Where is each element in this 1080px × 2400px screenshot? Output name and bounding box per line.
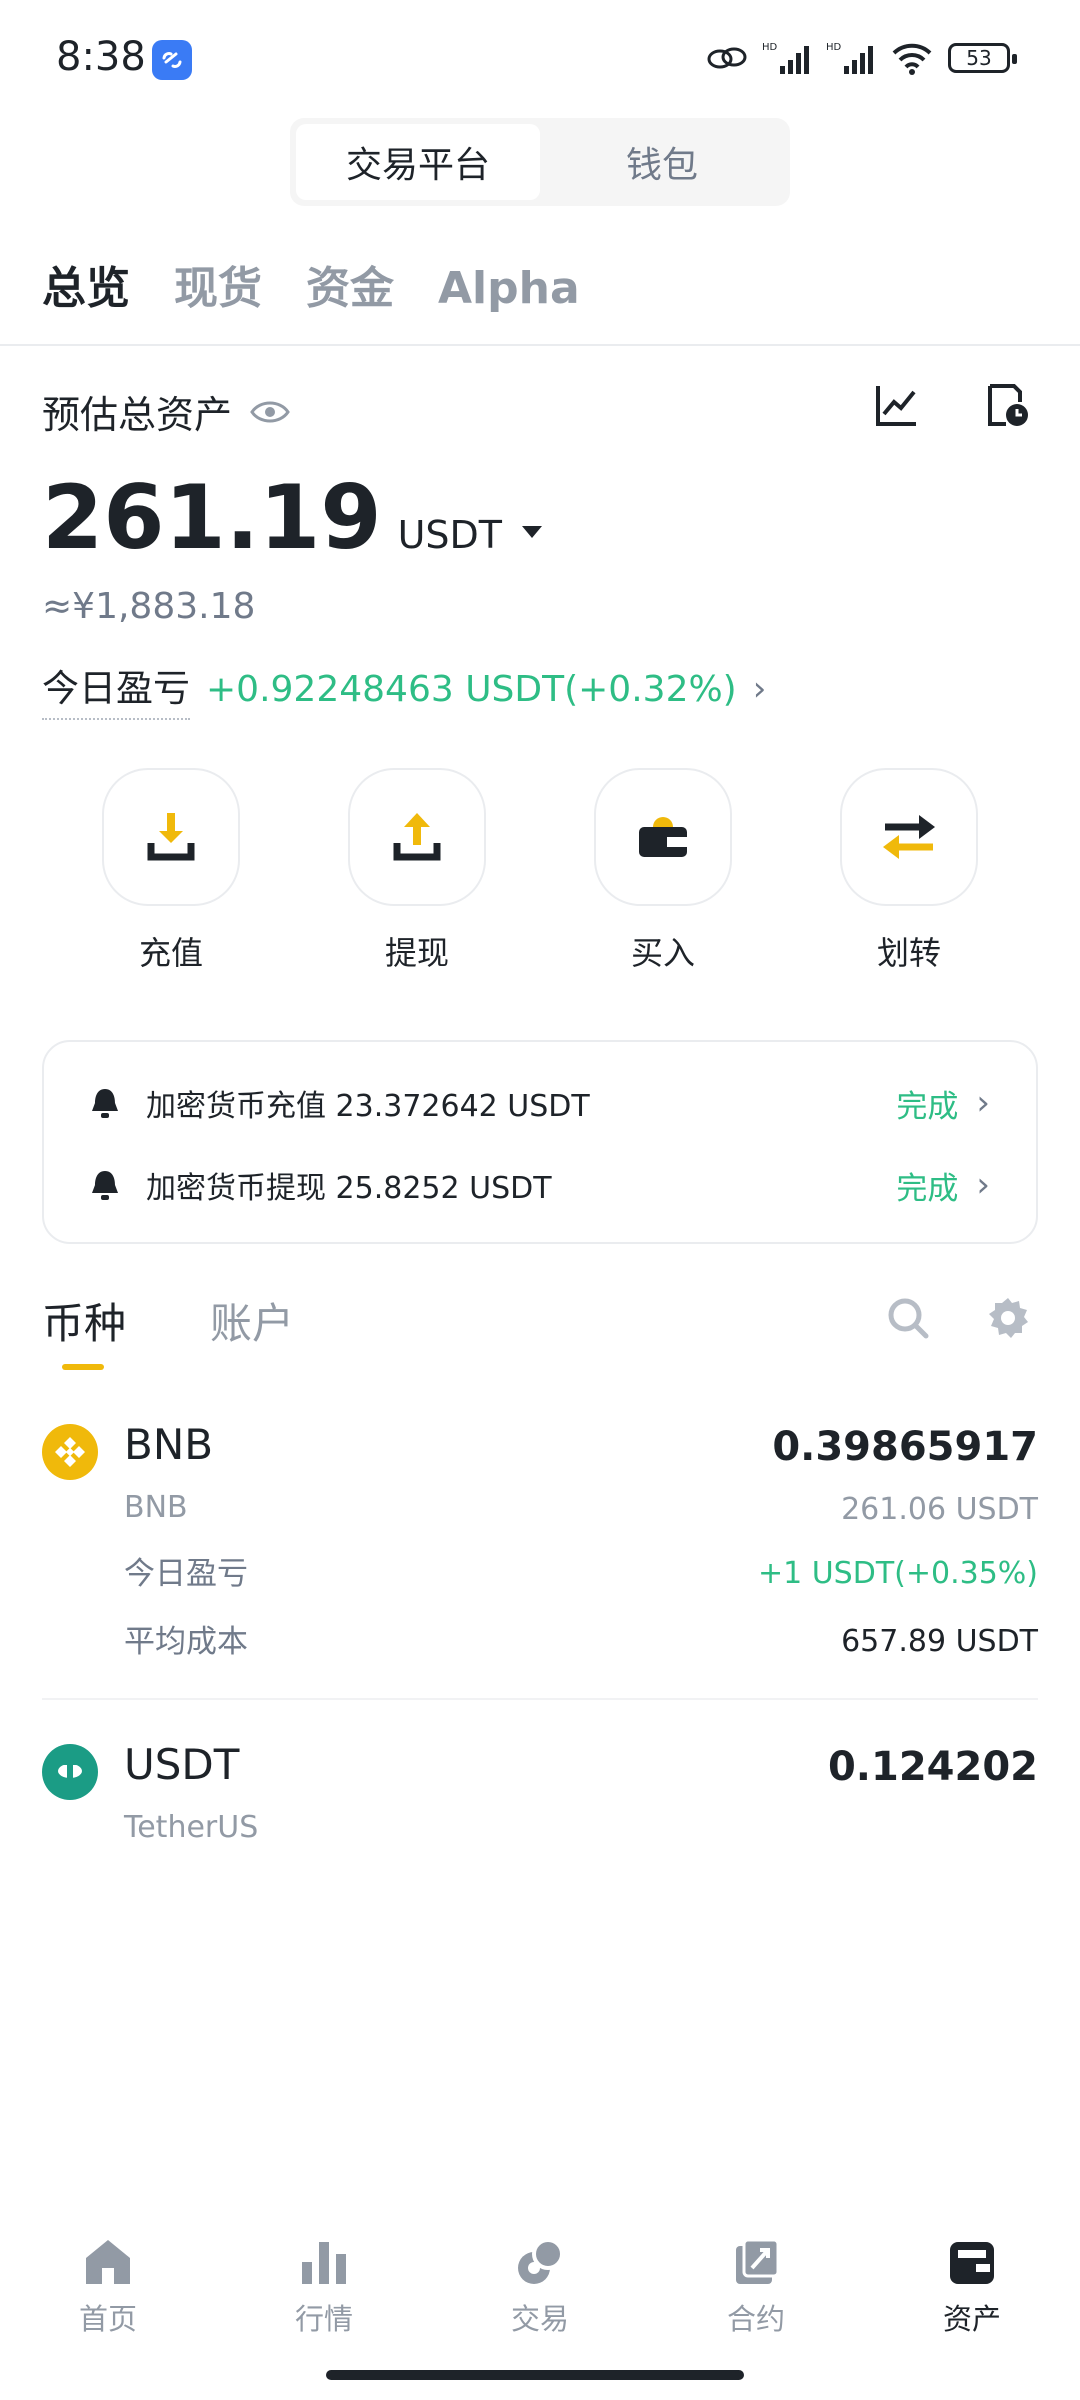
search-icon[interactable] xyxy=(886,1296,930,1340)
home-icon xyxy=(86,2240,130,2284)
buy-icon xyxy=(639,817,687,857)
bnb-logo-icon xyxy=(42,1424,98,1480)
usdt-logo-icon xyxy=(42,1744,98,1800)
asset-divider xyxy=(42,1698,1038,1700)
balance-value: 261.19 xyxy=(42,466,382,569)
asset-row-bnb[interactable]: BNB BNB 0.39865917 261.06 USDT 今日盈亏 +1 U… xyxy=(42,1420,1038,1670)
nav-label: 首页 xyxy=(78,2302,137,2336)
withdraw-icon xyxy=(393,813,441,861)
tab-spot[interactable]: 现货 xyxy=(174,252,262,316)
chevron-right-icon: › xyxy=(976,1165,990,1205)
chevron-right-icon: › xyxy=(752,669,767,709)
recent-activity-card: 加密货币充值 23.372642 USDT 完成 › 加密货币提现 25.825… xyxy=(42,1040,1038,1244)
status-indicators: HD HD 53 xyxy=(706,36,1017,80)
overview-actions xyxy=(874,382,1030,428)
svg-text:HD: HD xyxy=(762,42,778,53)
withdraw-label: 提现 xyxy=(384,934,449,972)
link-icon xyxy=(707,47,747,69)
fiat-equivalent: ≈¥1,883.18 xyxy=(42,586,256,627)
deposit-icon xyxy=(147,813,195,861)
quick-actions: 充值 提现 买入 划转 xyxy=(0,768,1080,974)
segment-wallet[interactable]: 钱包 xyxy=(540,124,784,200)
eye-icon[interactable] xyxy=(250,399,290,425)
futures-icon xyxy=(736,2238,780,2284)
nav-label: 行情 xyxy=(294,2302,353,2336)
asset-name: TetherUS xyxy=(124,1810,259,1845)
asset-amount: 0.39865917 xyxy=(772,1424,1038,1470)
asset-cost-value: 657.89 USDT xyxy=(841,1624,1038,1659)
withdraw-button[interactable]: 提现 xyxy=(342,768,492,974)
svg-text:HD: HD xyxy=(826,42,842,53)
asset-amount: 0.124202 xyxy=(827,1744,1038,1790)
nav-assets[interactable]: 资产 xyxy=(897,2236,1047,2356)
platform-switch: 交易平台 钱包 xyxy=(290,118,790,206)
assets-icon xyxy=(950,2242,994,2284)
nav-trade[interactable]: 交易 xyxy=(465,2236,615,2356)
nav-label: 合约 xyxy=(726,2302,785,2336)
notice-withdraw[interactable]: 加密货币提现 25.8252 USDT 完成 › xyxy=(90,1144,990,1226)
buy-button[interactable]: 买入 xyxy=(588,768,738,974)
balance-unit[interactable]: USDT xyxy=(398,513,502,557)
nav-markets[interactable]: 行情 xyxy=(249,2236,399,2356)
tab-coins[interactable]: 币种 xyxy=(42,1290,126,1370)
tab-accounts[interactable]: 账户 xyxy=(210,1290,294,1351)
bell-icon xyxy=(92,1089,118,1118)
transfer-icon xyxy=(883,815,935,859)
status-bar: 8:38 HD HD 53 xyxy=(0,0,1080,110)
asset-pnl-label: 今日盈亏 xyxy=(124,1556,248,1592)
tab-funding[interactable]: 资金 xyxy=(306,252,394,316)
notice-status: 完成 xyxy=(896,1170,959,1207)
notice-text: 加密货币提现 25.8252 USDT xyxy=(146,1171,552,1206)
buy-label: 买入 xyxy=(630,934,695,972)
signal-icon-2: HD xyxy=(826,42,873,74)
history-icon[interactable] xyxy=(984,382,1030,428)
tab-overview[interactable]: 总览 xyxy=(42,252,130,316)
nav-home[interactable]: 首页 xyxy=(33,2236,183,2356)
trade-icon xyxy=(518,2238,564,2284)
nav-label: 资产 xyxy=(942,2302,1001,2336)
status-time: 8:38 xyxy=(56,34,146,80)
asset-symbol: BNB xyxy=(124,1420,214,1469)
battery-indicator: 53 xyxy=(948,43,1017,73)
chart-icon[interactable] xyxy=(874,382,920,428)
today-pnl-row[interactable]: 今日盈亏 +0.92248463 USDT(+0.32%) › xyxy=(42,658,766,720)
holdings-tabs: 币种 账户 xyxy=(42,1290,294,1370)
asset-symbol: USDT xyxy=(124,1740,240,1789)
gear-icon[interactable] xyxy=(986,1296,1030,1340)
bottom-navigation: 首页 行情 交易 合约 资产 xyxy=(0,2236,1080,2356)
estimated-assets-label: 预估总资产 xyxy=(42,393,233,437)
signal-icon: HD xyxy=(762,42,809,74)
holdings-tools xyxy=(886,1296,1030,1340)
today-pnl-value: +0.92248463 USDT(+0.32%) xyxy=(206,668,737,710)
estimated-assets-header: 预估总资产 xyxy=(42,384,290,439)
link-app-icon xyxy=(152,40,192,80)
asset-cost-label: 平均成本 xyxy=(124,1624,248,1660)
transfer-button[interactable]: 划转 xyxy=(834,768,984,974)
segment-exchange[interactable]: 交易平台 xyxy=(296,124,540,200)
nav-futures[interactable]: 合约 xyxy=(681,2236,831,2356)
chevron-down-icon[interactable] xyxy=(522,526,543,538)
tab-alpha[interactable]: Alpha xyxy=(438,263,580,314)
transfer-label: 划转 xyxy=(876,934,941,972)
asset-name: BNB xyxy=(124,1490,188,1525)
notice-deposit[interactable]: 加密货币充值 23.372642 USDT 完成 › xyxy=(90,1062,990,1144)
today-pnl-label: 今日盈亏 xyxy=(42,658,190,720)
account-tabs: 总览 现货 资金 Alpha xyxy=(42,252,580,316)
home-indicator[interactable] xyxy=(326,2370,744,2380)
total-balance: 261.19 USDT xyxy=(42,466,543,569)
notice-status: 完成 xyxy=(896,1088,959,1125)
wifi-icon xyxy=(892,43,932,75)
bell-icon xyxy=(92,1171,118,1200)
chevron-right-icon: › xyxy=(976,1083,990,1123)
asset-pnl-value: +1 USDT(+0.35%) xyxy=(757,1556,1038,1591)
asset-row-usdt[interactable]: USDT TetherUS 0.124202 xyxy=(42,1740,1038,1850)
notice-text: 加密货币充值 23.372642 USDT xyxy=(146,1089,590,1124)
nav-label: 交易 xyxy=(510,2302,569,2336)
markets-icon xyxy=(302,2242,346,2284)
tabs-divider xyxy=(0,344,1080,346)
asset-value: 261.06 USDT xyxy=(841,1492,1038,1527)
deposit-button[interactable]: 充值 xyxy=(96,768,246,974)
deposit-label: 充值 xyxy=(138,934,203,972)
